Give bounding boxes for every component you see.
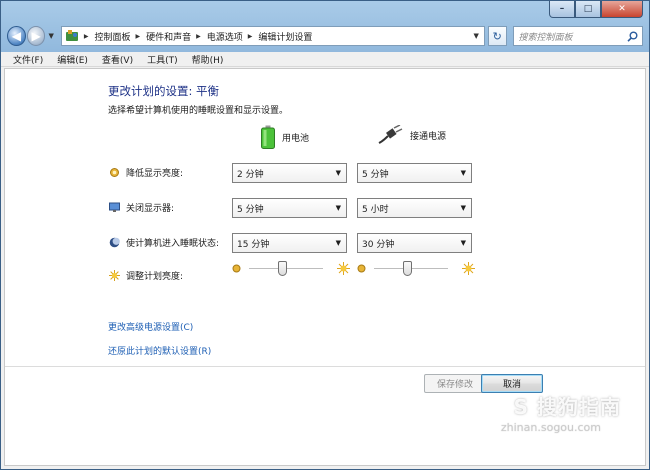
turn-off-display-label: 关闭显示器: — [126, 204, 175, 214]
battery-brightness-slider[interactable] — [232, 260, 350, 278]
sun-bright-icon — [462, 262, 475, 275]
breadcrumb-separator[interactable]: ▶ — [196, 33, 201, 40]
maximize-button[interactable]: □ — [575, 1, 601, 18]
selected-value: 15 分钟 — [237, 239, 270, 250]
breadcrumb-separator[interactable]: ▶ — [248, 33, 253, 40]
search-icon[interactable] — [627, 31, 638, 42]
dim-display-label: 降低显示亮度: — [126, 169, 184, 179]
caption-buttons: – □ ✕ — [549, 1, 643, 18]
turn-off-display-plugged-select[interactable]: 5 小时 ▼ — [357, 198, 472, 218]
watermark-logo: S 搜狗指南 — [513, 395, 621, 419]
dim-icon — [109, 167, 120, 178]
breadcrumb-separator: ▶ — [83, 32, 89, 40]
minimize-button[interactable]: – — [549, 1, 575, 18]
menu-file[interactable]: 文件(F) — [6, 53, 50, 66]
back-button[interactable]: ◀ — [7, 26, 26, 46]
sun-dim-icon — [232, 264, 241, 273]
breadcrumb-hardware-sound[interactable]: 硬件和声音 — [146, 30, 191, 43]
advanced-settings-link[interactable]: 更改高级电源设置(C) — [108, 320, 193, 333]
selected-value: 5 小时 — [362, 204, 389, 215]
brightness-label: 调整计划亮度: — [126, 272, 184, 282]
selected-value: 2 分钟 — [237, 169, 264, 180]
sleep-battery-select[interactable]: 15 分钟 ▼ — [232, 233, 347, 253]
battery-column-label: 用电池 — [282, 133, 310, 144]
search-input[interactable]: 搜索控制面板 — [512, 26, 644, 46]
sleep-plugged-select[interactable]: 30 分钟 ▼ — [357, 233, 472, 253]
chevron-down-icon: ▼ — [460, 204, 466, 212]
selected-value: 5 分钟 — [237, 204, 264, 215]
sleep-label: 使计算机进入睡眠状态: — [126, 239, 220, 249]
dim-display-row: 降低显示亮度: — [109, 166, 183, 179]
page-title: 更改计划的设置: 平衡 — [108, 84, 220, 98]
brightness-row: 调整计划亮度: — [109, 269, 183, 282]
chevron-down-icon: ▼ — [460, 169, 466, 177]
breadcrumb-control-panel[interactable]: 控制面板 — [94, 30, 130, 43]
plug-icon — [378, 125, 403, 144]
turn-off-display-row: 关闭显示器: — [109, 201, 174, 214]
dim-display-battery-select[interactable]: 2 分钟 ▼ — [232, 163, 347, 183]
menu-view[interactable]: 查看(V) — [95, 53, 140, 66]
save-changes-button[interactable]: 保存修改 — [424, 374, 486, 393]
search-placeholder: 搜索控制面板 — [518, 32, 573, 43]
breadcrumb-power-options[interactable]: 电源选项 — [207, 30, 243, 43]
breadcrumb-separator[interactable]: ▶ — [135, 33, 140, 40]
plugged-column-header: 接通电源 — [377, 125, 446, 145]
chevron-down-icon: ▼ — [460, 239, 466, 247]
menu-bar: 文件(F) 编辑(E) 查看(V) 工具(T) 帮助(H) — [1, 52, 649, 67]
chevron-down-icon: ▼ — [335, 204, 341, 212]
plugged-column-label: 接通电源 — [410, 131, 447, 142]
restore-defaults-link[interactable]: 还原此计划的默认设置(R) — [108, 344, 211, 357]
battery-column-header: 用电池 — [261, 125, 309, 149]
moon-icon — [109, 237, 120, 248]
sun-bright-icon — [337, 262, 350, 275]
control-panel-window: – □ ✕ ◀ ▶ ▼ ▶ 控制面板 ▶ 硬件和声音 ▶ 电源选项 ▶ 编辑计划… — [0, 0, 650, 470]
brightness-icon — [109, 270, 120, 281]
chevron-down-icon: ▼ — [335, 239, 341, 247]
refresh-button[interactable]: ↻ — [487, 26, 507, 46]
address-bar[interactable]: ▶ 控制面板 ▶ 硬件和声音 ▶ 电源选项 ▶ 编辑计划设置 ▼ — [60, 26, 485, 46]
turn-off-display-battery-select[interactable]: 5 分钟 ▼ — [232, 198, 347, 218]
content-pane: 更改计划的设置: 平衡 选择希望计算机使用的睡眠设置和显示设置。 用电池 接通电… — [4, 68, 646, 466]
divider — [5, 366, 645, 367]
selected-value: 30 分钟 — [362, 239, 395, 250]
watermark-url: zhinan.sogou.com — [500, 421, 601, 434]
selected-value: 5 分钟 — [362, 169, 389, 180]
forward-button[interactable]: ▶ — [26, 26, 46, 46]
sleep-row: 使计算机进入睡眠状态: — [109, 236, 219, 249]
plugged-brightness-slider[interactable] — [357, 260, 475, 278]
slider-thumb[interactable] — [402, 261, 412, 276]
recent-pages-dropdown[interactable]: ▼ — [48, 32, 53, 40]
address-dropdown-icon[interactable]: ▼ — [473, 32, 478, 40]
chevron-down-icon: ▼ — [335, 169, 341, 177]
page-subtitle: 选择希望计算机使用的睡眠设置和显示设置。 — [108, 106, 289, 116]
control-panel-icon — [65, 29, 79, 43]
sun-dim-icon — [357, 264, 366, 273]
menu-help[interactable]: 帮助(H) — [185, 53, 231, 66]
breadcrumb-edit-plan[interactable]: 编辑计划设置 — [258, 30, 312, 43]
monitor-icon — [109, 202, 120, 213]
close-button[interactable]: ✕ — [601, 1, 643, 18]
slider-thumb[interactable] — [277, 261, 287, 276]
navigation-bar: ◀ ▶ ▼ ▶ 控制面板 ▶ 硬件和声音 ▶ 电源选项 ▶ 编辑计划设置 ▼ ↻… — [7, 25, 644, 47]
dim-display-plugged-select[interactable]: 5 分钟 ▼ — [357, 163, 472, 183]
battery-icon — [261, 125, 275, 149]
menu-tools[interactable]: 工具(T) — [140, 53, 185, 66]
menu-edit[interactable]: 编辑(E) — [50, 53, 95, 66]
